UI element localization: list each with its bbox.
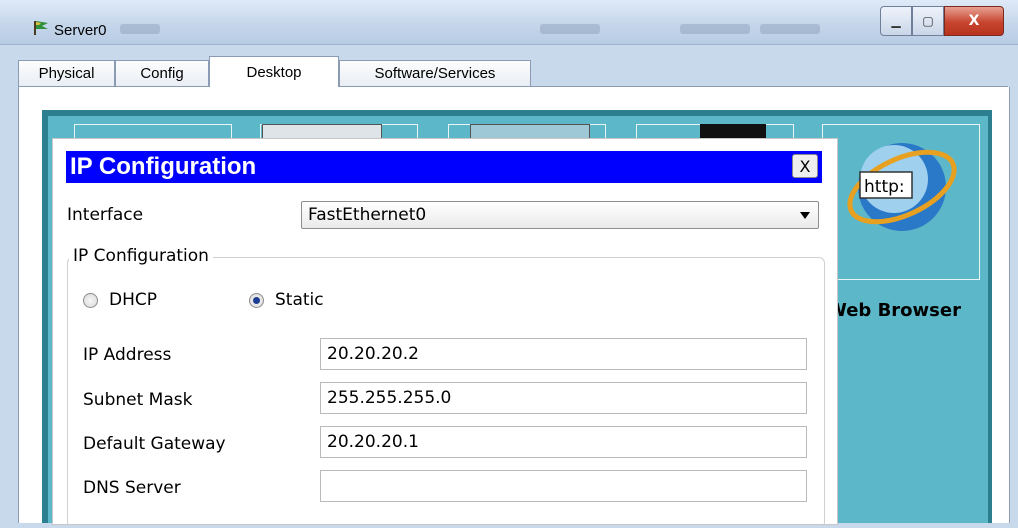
interface-select[interactable]: FastEthernet0 <box>301 201 819 229</box>
ip-address-label: IP Address <box>83 345 172 365</box>
chevron-down-icon <box>800 212 810 219</box>
dialog-titlebar: IP Configuration X <box>66 151 822 183</box>
ip-configuration-dialog: IP Configuration X Interface FastEtherne… <box>52 138 838 528</box>
packet-tracer-server-icon <box>34 21 48 35</box>
maximize-icon: ▢ <box>922 14 934 28</box>
http-icon-label: http: <box>864 177 905 197</box>
tab-physical[interactable]: Physical <box>18 60 115 86</box>
web-browser-globe-icon: http: <box>847 143 957 231</box>
minimize-button[interactable]: ▁ <box>880 6 912 36</box>
ip-configuration-group-label: IP Configuration <box>69 246 213 266</box>
default-gateway-value: 20.20.20.1 <box>327 432 419 452</box>
blurred-background-text <box>680 24 750 34</box>
ip-address-value: 20.20.20.2 <box>327 344 419 364</box>
blurred-background-text <box>540 24 600 34</box>
subnet-mask-input[interactable]: 255.255.255.0 <box>320 382 807 414</box>
interface-label: Interface <box>67 205 144 225</box>
dns-server-input[interactable] <box>320 470 807 502</box>
dhcp-radio[interactable] <box>83 293 98 308</box>
interface-select-value: FastEthernet0 <box>308 205 427 225</box>
subnet-mask-value: 255.255.255.0 <box>327 388 452 408</box>
tab-bar: Physical Config Desktop Software/Service… <box>18 56 1008 87</box>
tab-software-services[interactable]: Software/Services <box>339 60 531 86</box>
window-titlebar: Server0 ▁ ▢ X <box>0 0 1018 45</box>
dialog-close-button[interactable]: X <box>792 154 818 178</box>
static-radio[interactable] <box>249 293 264 308</box>
dhcp-label: DHCP <box>109 290 157 310</box>
close-window-button[interactable]: X <box>944 6 1004 36</box>
web-browser-label: Web Browser <box>827 300 961 321</box>
window-controls: ▁ ▢ X <box>880 6 1004 36</box>
tab-config[interactable]: Config <box>115 60 209 86</box>
ip-address-input[interactable]: 20.20.20.2 <box>320 338 807 370</box>
subnet-mask-label: Subnet Mask <box>83 390 193 410</box>
tab-desktop[interactable]: Desktop <box>209 56 339 87</box>
blurred-background-text <box>760 24 820 34</box>
blurred-background-text <box>120 24 160 34</box>
default-gateway-label: Default Gateway <box>83 434 226 454</box>
static-label: Static <box>275 290 324 310</box>
close-icon: X <box>968 13 980 29</box>
dns-server-label: DNS Server <box>83 478 181 498</box>
minimize-icon: ▁ <box>891 14 901 28</box>
dialog-title: IP Configuration <box>70 153 257 180</box>
default-gateway-input[interactable]: 20.20.20.1 <box>320 426 807 458</box>
maximize-button[interactable]: ▢ <box>912 6 944 36</box>
window-title: Server0 <box>54 22 107 39</box>
